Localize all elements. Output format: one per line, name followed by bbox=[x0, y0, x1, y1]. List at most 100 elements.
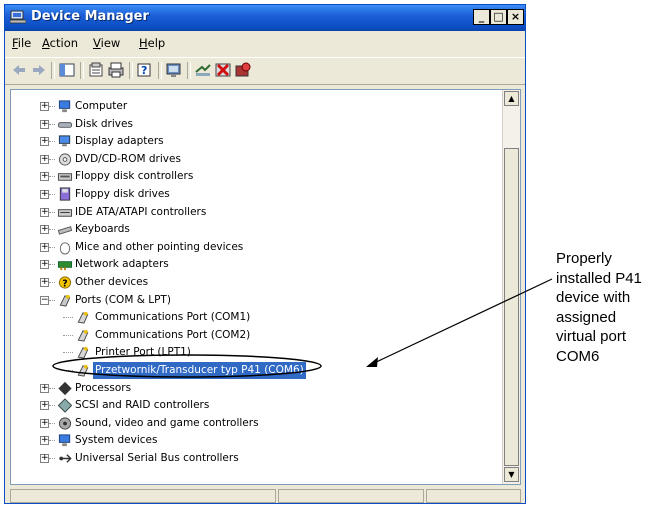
port-icon bbox=[77, 312, 89, 324]
sound-icon bbox=[58, 417, 72, 430]
status-cell-main bbox=[10, 489, 276, 503]
keyboard-icon bbox=[57, 226, 73, 235]
tree-child-item[interactable]: Communications Port (COM1) bbox=[11, 309, 481, 326]
tree-item-label: SCSI and RAID controllers bbox=[75, 399, 210, 412]
expand-button[interactable]: + bbox=[40, 172, 49, 182]
tree-child-item[interactable]: Przetwornik/Transducer typ P41 (COM6) bbox=[11, 362, 481, 379]
selected-device-label: Przetwornik/Transducer typ P41 (COM6) bbox=[93, 362, 306, 379]
tree-item-label: Processors bbox=[75, 381, 132, 394]
vertical-scrollbar[interactable]: ▲ ▼ bbox=[502, 90, 520, 484]
menu-file[interactable]: File bbox=[12, 36, 31, 50]
device-tree[interactable]: + Computer + Disk drives + Display adapters + D… bbox=[11, 90, 503, 484]
title-bar[interactable]: Device Manager _ □ × bbox=[5, 5, 525, 31]
expand-button[interactable]: + bbox=[40, 260, 49, 270]
expand-button[interactable]: + bbox=[40, 242, 49, 252]
dvd-icon bbox=[58, 153, 72, 166]
tree-category-item[interactable]: + Display adapters bbox=[11, 133, 481, 150]
tree-item-label: Universal Serial Bus controllers bbox=[75, 452, 239, 464]
expand-button[interactable]: + bbox=[40, 207, 49, 217]
tree-category-item[interactable]: + IDE ATA/ATAPI controllers bbox=[11, 204, 481, 221]
callout-line: installed P41 bbox=[556, 269, 642, 287]
scroll-thumb[interactable] bbox=[504, 148, 519, 466]
tree-category-item[interactable]: + Disk drives bbox=[11, 116, 481, 133]
tree-category-item[interactable]: +? Other devices bbox=[11, 274, 481, 291]
tree-category-item[interactable]: + System devices bbox=[11, 432, 481, 449]
processor-icon bbox=[58, 381, 72, 395]
mouse-icon bbox=[59, 242, 71, 255]
usb-icon bbox=[59, 454, 72, 463]
system-device-icon bbox=[58, 434, 71, 447]
forward-arrow-icon[interactable] bbox=[30, 61, 48, 79]
ports-icon bbox=[59, 294, 71, 307]
expand-button[interactable]: + bbox=[40, 190, 49, 199]
status-cell-2 bbox=[278, 489, 424, 503]
tree-category-item[interactable]: + Network adapters bbox=[11, 256, 481, 273]
device-tree-pane: + Computer + Disk drives + Display adapters + D… bbox=[10, 89, 521, 485]
expand-button[interactable]: + bbox=[40, 102, 49, 111]
menu-action[interactable]: Action bbox=[42, 36, 78, 50]
tree-item-label: Communications Port (COM1) bbox=[95, 311, 251, 324]
expand-button[interactable]: + bbox=[40, 137, 49, 147]
device-manager-window: Device Manager _ □ × File Action View He… bbox=[4, 4, 526, 504]
expand-button[interactable]: + bbox=[40, 454, 49, 463]
tree-category-item[interactable]: + Processors bbox=[11, 380, 481, 397]
tree-child-item[interactable]: Communications Port (COM2) bbox=[11, 327, 481, 344]
tree-item-label: Communications Port (COM2) bbox=[95, 328, 251, 341]
device-manager-icon bbox=[10, 10, 26, 24]
tree-category-item[interactable]: + Universal Serial Bus controllers bbox=[11, 450, 481, 467]
disk-drive-icon bbox=[57, 121, 73, 128]
tree-category-item[interactable]: + Floppy disk controllers bbox=[11, 168, 481, 185]
floppy-controller-icon bbox=[57, 173, 73, 182]
port-icon bbox=[77, 364, 89, 377]
callout-line: virtual port bbox=[556, 328, 627, 345]
properties-icon[interactable] bbox=[87, 61, 105, 79]
ide-controller-icon bbox=[57, 208, 73, 217]
minimize-button[interactable]: _ bbox=[473, 9, 490, 25]
expand-button[interactable]: + bbox=[40, 154, 49, 164]
tree-item-label: Keyboards bbox=[75, 223, 130, 236]
maximize-button[interactable]: □ bbox=[490, 9, 507, 25]
floppy-drive-icon bbox=[59, 187, 71, 201]
tree-category-item[interactable]: + Mice and other pointing devices bbox=[11, 239, 481, 256]
expand-button[interactable]: + bbox=[40, 278, 49, 287]
menu-help[interactable]: Help bbox=[139, 36, 165, 50]
tree-category-item[interactable]: + Computer bbox=[11, 98, 481, 115]
port-icon bbox=[77, 329, 89, 342]
svg-text:?: ? bbox=[141, 64, 147, 77]
tree-category-item[interactable]: − Ports (COM & LPT) bbox=[11, 292, 481, 309]
tree-item-label: Mice and other pointing devices bbox=[75, 240, 244, 253]
scroll-up-button[interactable]: ▲ bbox=[504, 91, 519, 106]
disable-device-icon[interactable] bbox=[234, 61, 252, 79]
expand-button[interactable]: + bbox=[40, 225, 49, 235]
tree-item-label: Floppy disk controllers bbox=[75, 170, 194, 183]
back-arrow-icon[interactable] bbox=[10, 61, 28, 79]
uninstall-icon[interactable] bbox=[214, 61, 232, 79]
tree-category-item[interactable]: + Keyboards bbox=[11, 221, 481, 238]
tree-item-label: System devices bbox=[75, 434, 158, 447]
tree-category-item[interactable]: + Sound, video and game controllers bbox=[11, 415, 481, 432]
expand-button[interactable]: + bbox=[40, 383, 49, 393]
scan-hardware-icon[interactable] bbox=[165, 61, 183, 79]
tree-item-label: Ports (COM & LPT) bbox=[75, 293, 171, 306]
expand-button[interactable]: + bbox=[40, 418, 49, 428]
annotation-callout: Properly installed P41 device with assig… bbox=[556, 249, 662, 366]
tree-item-label: Sound, video and game controllers bbox=[75, 416, 259, 429]
tree-item-label: Network adapters bbox=[75, 258, 169, 271]
collapse-button[interactable]: − bbox=[40, 295, 49, 305]
print-icon[interactable] bbox=[107, 61, 125, 79]
tree-child-item[interactable]: Printer Port (LPT1) bbox=[11, 344, 481, 361]
close-button[interactable]: × bbox=[507, 9, 524, 25]
expand-button[interactable]: + bbox=[40, 119, 49, 129]
scroll-down-button[interactable]: ▼ bbox=[504, 467, 519, 482]
expand-button[interactable]: + bbox=[40, 401, 49, 411]
help-icon[interactable]: ? bbox=[136, 61, 154, 79]
tree-category-item[interactable]: + Floppy disk drives bbox=[11, 186, 481, 203]
tree-category-item[interactable]: + SCSI and RAID controllers bbox=[11, 397, 481, 414]
tree-item-label: DVD/CD-ROM drives bbox=[75, 152, 181, 165]
expand-button[interactable]: + bbox=[40, 436, 49, 446]
console-tree-icon[interactable] bbox=[58, 61, 76, 79]
menu-view[interactable]: View bbox=[93, 36, 120, 50]
tree-category-item[interactable]: + DVD/CD-ROM drives bbox=[11, 151, 481, 168]
tree-item-label: Other devices bbox=[75, 276, 149, 288]
update-driver-icon[interactable] bbox=[194, 61, 212, 79]
